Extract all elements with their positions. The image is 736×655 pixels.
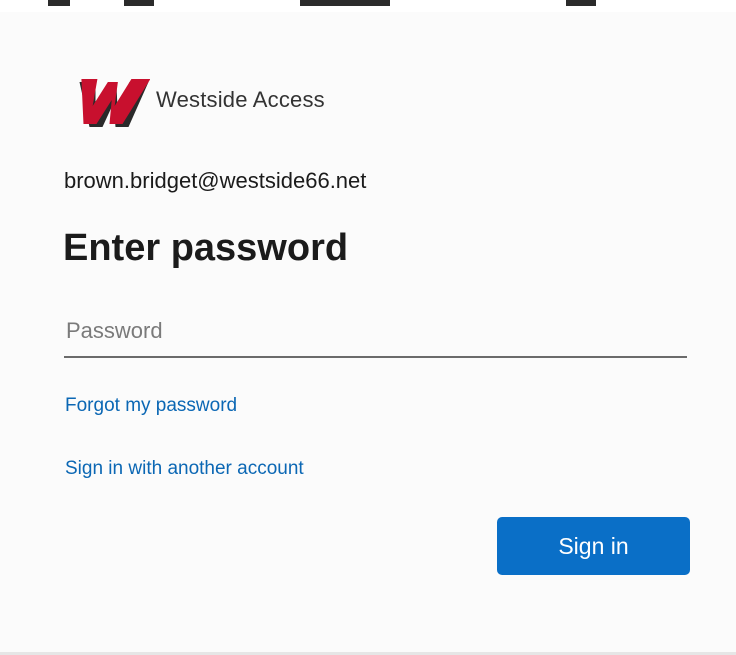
sign-in-another-account-link[interactable]: Sign in with another account [65, 458, 304, 480]
brand-name: Westside Access [156, 87, 325, 112]
password-input[interactable] [64, 306, 687, 358]
top-strip [0, 0, 736, 12]
account-email: brown.bridget@westside66.net [64, 168, 367, 193]
sign-in-page: Westside Access brown.bridget@westside66… [0, 0, 736, 655]
sign-in-button[interactable]: Sign in [497, 517, 690, 575]
brand-header: Westside Access [68, 70, 325, 130]
page-title: Enter password [63, 227, 349, 269]
forgot-password-link[interactable]: Forgot my password [65, 395, 237, 417]
westside-w-logo-icon [79, 79, 150, 127]
